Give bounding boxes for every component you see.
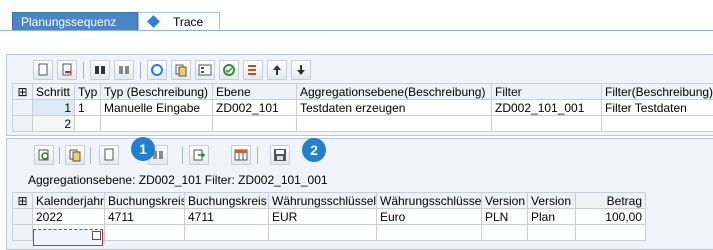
refresh-icon[interactable] bbox=[147, 60, 167, 80]
active-input-cell[interactable] bbox=[33, 229, 103, 246]
table-cell[interactable]: Manuelle Eingabe bbox=[100, 99, 213, 116]
column-header[interactable]: Buchungskreis bbox=[184, 192, 269, 209]
column-header[interactable]: Kalenderjahr bbox=[32, 192, 105, 209]
column-header[interactable]: Schritt bbox=[32, 83, 75, 100]
table-cell[interactable]: EUR bbox=[268, 208, 377, 225]
step-badge-1: 1 bbox=[131, 137, 155, 161]
diamond-icon bbox=[147, 15, 160, 28]
table-cell[interactable] bbox=[376, 224, 482, 241]
table-cell[interactable]: Filter Testdaten bbox=[601, 99, 713, 116]
row-selector[interactable] bbox=[12, 224, 33, 241]
table-cell[interactable]: ZD002_101 bbox=[212, 99, 297, 116]
export-icon[interactable] bbox=[189, 145, 209, 165]
column-header[interactable]: Buchungskreis bbox=[104, 192, 185, 209]
table-row[interactable]: 2 bbox=[12, 115, 713, 132]
column-header[interactable]: Betrag bbox=[575, 192, 646, 209]
column-header[interactable]: Währungsschlüssel bbox=[376, 192, 482, 209]
tab-planungssequenz-label: Planungssequenz bbox=[21, 15, 117, 29]
toolbar-separator bbox=[182, 147, 183, 164]
table-cell[interactable]: 1 bbox=[32, 99, 75, 116]
table-cell[interactable]: 4711 bbox=[104, 208, 185, 225]
save-icon[interactable] bbox=[270, 145, 290, 165]
table-cell[interactable] bbox=[601, 115, 713, 132]
table-cell[interactable] bbox=[74, 115, 101, 132]
column-header[interactable]: Filter(Beschreibung) bbox=[601, 83, 713, 100]
details-icon[interactable] bbox=[195, 60, 215, 80]
value-help-icon[interactable] bbox=[92, 231, 101, 240]
aggregation-info: Aggregationsebene: ZD002_101 Filter: ZD0… bbox=[28, 173, 328, 187]
column-header[interactable]: Filter bbox=[491, 83, 602, 100]
toolbar-separator bbox=[83, 62, 84, 79]
move-up-icon[interactable] bbox=[267, 60, 287, 80]
move-down-icon[interactable] bbox=[291, 60, 311, 80]
table-row[interactable] bbox=[12, 224, 646, 241]
zoom-icon[interactable] bbox=[34, 145, 54, 165]
new-row-button[interactable] bbox=[99, 145, 119, 165]
planning-steps-table: ⊞ Schritt Typ Typ (Beschreibung) Ebene A… bbox=[12, 83, 713, 132]
table-cell[interactable]: Euro bbox=[376, 208, 482, 225]
toolbar-separator bbox=[257, 147, 258, 164]
toolbar-separator bbox=[140, 62, 141, 79]
table-cell[interactable] bbox=[104, 224, 185, 241]
table-cell[interactable] bbox=[212, 115, 297, 132]
table-row[interactable]: 1 1 Manuelle Eingabe ZD002_101 Testdaten… bbox=[12, 99, 713, 116]
table-header-row: ⊞ Schritt Typ Typ (Beschreibung) Ebene A… bbox=[12, 83, 713, 100]
find-icon[interactable] bbox=[90, 60, 110, 80]
row-selector[interactable] bbox=[12, 208, 33, 225]
find-next-icon[interactable] bbox=[114, 60, 134, 80]
column-header[interactable]: Währungsschlüssel bbox=[268, 192, 377, 209]
table-cell[interactable]: 2 bbox=[32, 115, 75, 132]
delete-row-button[interactable] bbox=[57, 60, 77, 80]
table-layout-icon[interactable] bbox=[231, 145, 251, 165]
table-row[interactable]: 2022 4711 4711 EUR Euro PLN Plan 100,00 bbox=[12, 208, 646, 225]
tab-strip: Planungssequenz Trace bbox=[0, 0, 713, 38]
table-cell[interactable] bbox=[527, 224, 576, 241]
table-cell[interactable] bbox=[100, 115, 213, 132]
table-cell[interactable] bbox=[491, 115, 602, 132]
toolbar-separator bbox=[90, 147, 91, 164]
column-header[interactable]: Ebene bbox=[212, 83, 297, 100]
table-cell[interactable]: 100,00 bbox=[575, 208, 646, 225]
step-badge-2: 2 bbox=[302, 138, 326, 162]
column-header[interactable]: Version bbox=[527, 192, 576, 209]
tab-divider bbox=[0, 30, 713, 31]
table-cell[interactable] bbox=[268, 224, 377, 241]
check-icon[interactable] bbox=[219, 60, 239, 80]
column-header[interactable]: Aggregationsebene(Beschreibung) bbox=[296, 83, 492, 100]
new-document-button[interactable] bbox=[33, 60, 53, 80]
tab-trace-label: Trace bbox=[173, 15, 204, 29]
data-entry-table: ⊞ Kalenderjahr Buchungskreis Buchungskre… bbox=[12, 192, 646, 241]
execute-icon[interactable] bbox=[243, 60, 263, 80]
column-header[interactable]: Typ bbox=[74, 83, 101, 100]
table-cell[interactable]: 4711 bbox=[184, 208, 269, 225]
table-settings-icon[interactable]: ⊞ bbox=[12, 83, 33, 100]
table-cell[interactable]: ZD002_101_001 bbox=[491, 99, 602, 116]
table-cell[interactable] bbox=[575, 224, 646, 241]
toolbar-separator bbox=[59, 147, 60, 164]
table-cell[interactable]: PLN bbox=[481, 208, 528, 225]
table-header-row: ⊞ Kalenderjahr Buchungskreis Buchungskre… bbox=[12, 192, 646, 209]
table-cell[interactable]: Plan bbox=[527, 208, 576, 225]
copy-icon[interactable] bbox=[171, 60, 191, 80]
table-cell[interactable] bbox=[296, 115, 492, 132]
table-cell[interactable] bbox=[481, 224, 528, 241]
table-settings-icon[interactable]: ⊞ bbox=[12, 192, 33, 209]
row-selector[interactable] bbox=[12, 99, 33, 116]
table-cell[interactable] bbox=[184, 224, 269, 241]
table-cell[interactable]: 2022 bbox=[32, 208, 105, 225]
column-header[interactable]: Typ (Beschreibung) bbox=[100, 83, 213, 100]
table-cell[interactable]: Testdaten erzeugen bbox=[296, 99, 492, 116]
copy-rows-icon[interactable] bbox=[65, 145, 85, 165]
column-header[interactable]: Version bbox=[481, 192, 528, 209]
tab-planungssequenz[interactable]: Planungssequenz bbox=[12, 12, 138, 31]
table-cell[interactable]: 1 bbox=[74, 99, 101, 116]
tab-trace[interactable]: Trace bbox=[138, 12, 220, 31]
row-selector[interactable] bbox=[12, 115, 33, 132]
